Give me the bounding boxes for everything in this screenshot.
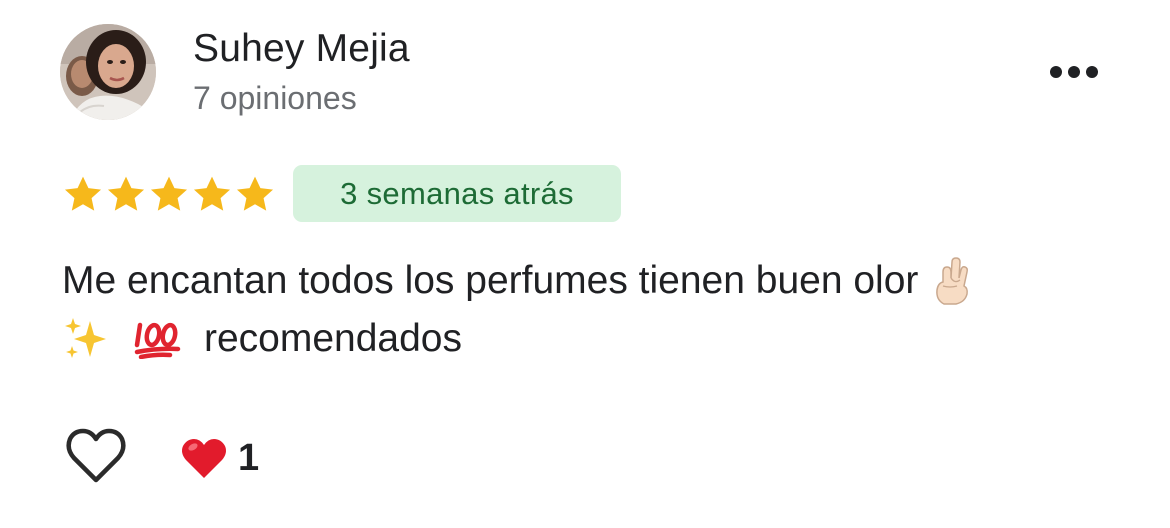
sparkles-emoji [65,318,106,358]
review-line-1: Me encantan todos los perfumes tienen bu… [62,252,1122,310]
reaction-summary[interactable]: 1 [180,434,259,482]
more-horizontal-icon [1050,66,1098,78]
like-button[interactable] [64,424,128,488]
star-icon [107,176,145,211]
review-card: Suhey Mejia 7 opiniones 3 semanas atrás … [0,0,1170,528]
review-text-line-1: Me encantan todos los perfumes tienen bu… [62,259,919,302]
reviewer-name[interactable]: Suhey Mejia [193,26,410,72]
time-badge: 3 semanas atrás [293,165,621,222]
avatar[interactable] [60,24,156,120]
star-icon [150,176,188,211]
star-icon [193,176,231,211]
review-text: Me encantan todos los perfumes tienen bu… [62,252,1122,368]
star-rating [62,174,276,218]
hundred-points-emoji [134,322,181,359]
heart-outline-icon [66,428,126,483]
review-line-2: recomendados [62,310,1122,368]
reaction-count: 1 [238,437,260,479]
star-icon [236,176,274,211]
more-options-button[interactable] [1044,52,1104,92]
review-count: 7 opiniones [193,80,357,116]
red-heart-emoji [182,439,226,478]
crossed-fingers-emoji [936,257,969,305]
review-text-line-2: recomendados [204,317,462,360]
star-icon [64,176,102,211]
